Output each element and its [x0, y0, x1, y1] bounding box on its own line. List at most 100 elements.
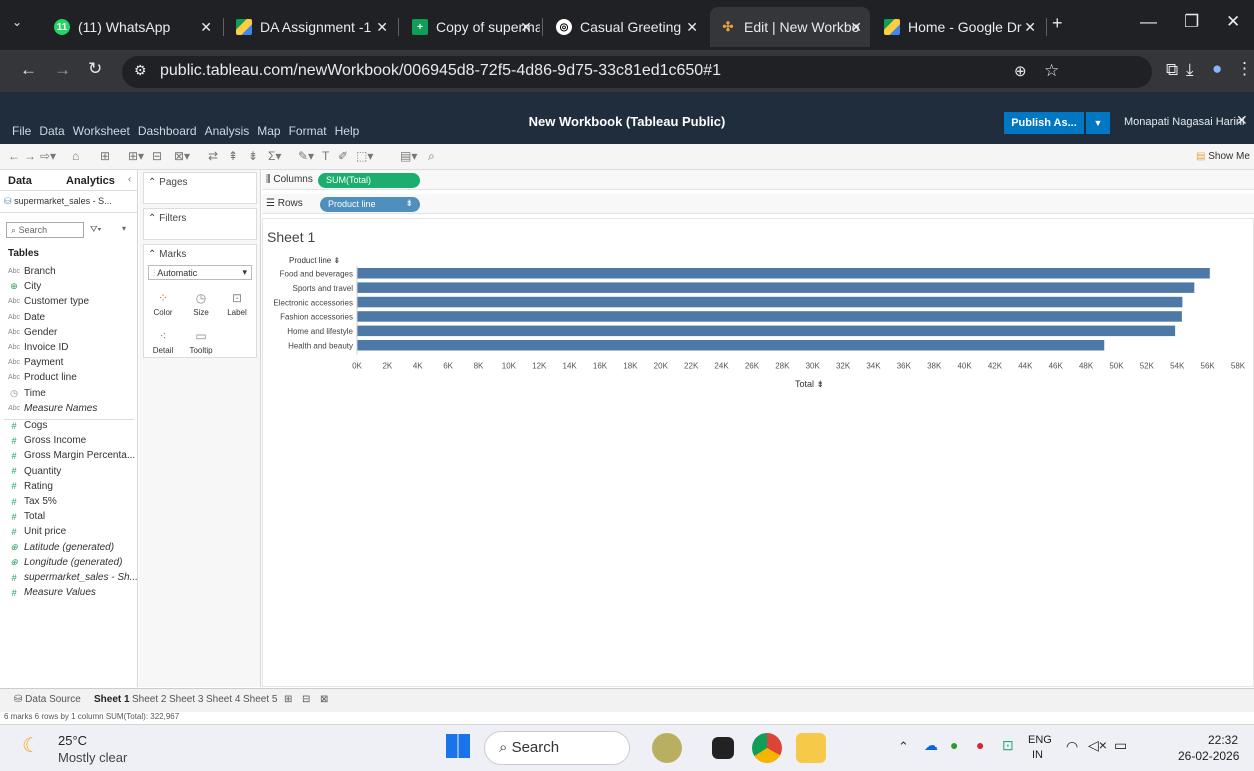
publish-dropdown-icon[interactable]: ▼: [1086, 112, 1110, 134]
annotate-icon[interactable]: ✐: [338, 149, 348, 163]
tab-analytics[interactable]: Analytics: [66, 175, 115, 187]
clock-time[interactable]: 22:32: [1208, 733, 1238, 747]
close-tab-icon[interactable]: ✕: [376, 19, 388, 36]
volume-icon[interactable]: ◁×: [1088, 737, 1107, 754]
size-button[interactable]: ◷ Size: [184, 287, 218, 323]
field-item[interactable]: # Quantity: [6, 466, 61, 477]
security-tray-icon[interactable]: ●: [976, 737, 984, 753]
field-item[interactable]: # Tax 5%: [6, 496, 56, 507]
field-item[interactable]: Abc Payment: [6, 357, 64, 368]
new-dashboard-icon[interactable]: ⊟: [302, 694, 310, 705]
search-field[interactable]: ⌕ Search: [6, 222, 84, 238]
onedrive-icon[interactable]: ☁: [924, 737, 938, 754]
battery-icon[interactable]: ▭: [1114, 737, 1127, 754]
field-item[interactable]: # Unit price: [6, 526, 66, 537]
undo-icon[interactable]: ←: [8, 149, 20, 163]
category-label[interactable]: Food and beverages: [280, 270, 353, 279]
fit-icon[interactable]: ⬚▾: [356, 149, 373, 163]
tab-data[interactable]: Data: [8, 175, 32, 187]
pages-card[interactable]: ⌃ Pages: [143, 172, 257, 204]
address-bar[interactable]: ⚙ public.tableau.com/newWorkbook/006945d…: [122, 56, 1152, 88]
close-tab-icon[interactable]: ✕: [850, 19, 862, 36]
browser-tab-chatgpt[interactable]: ◎ Casual Greeting ✕: [546, 7, 706, 47]
clear-sheet-icon[interactable]: ⊠▾: [174, 149, 190, 163]
collapse-pane-icon[interactable]: ‹: [128, 174, 131, 185]
close-window-icon[interactable]: ✕: [1226, 12, 1240, 32]
chrome-icon[interactable]: [752, 733, 782, 763]
app-tray-icon[interactable]: ●: [950, 737, 958, 753]
detail-button[interactable]: ⁖ Detail: [146, 325, 180, 361]
color-button[interactable]: ⁘ Color: [146, 287, 180, 323]
tab-sheet-1[interactable]: Sheet 1: [94, 694, 130, 705]
field-item[interactable]: Abc Measure Names: [6, 403, 97, 414]
save-icon[interactable]: ⌂: [72, 149, 79, 163]
new-sheet-icon[interactable]: ⊞: [284, 694, 292, 705]
forward-icon[interactable]: →: [54, 60, 71, 80]
bar[interactable]: [357, 296, 1183, 308]
copilot-icon[interactable]: [652, 733, 682, 763]
field-item[interactable]: ⊕ City: [6, 281, 41, 292]
browser-tab-sheets[interactable]: + Copy of supermar ✕: [402, 7, 540, 47]
x-axis-title[interactable]: Total ⇟: [795, 379, 824, 390]
field-item[interactable]: # Gross Income: [6, 435, 86, 446]
category-label[interactable]: Sports and travel: [293, 284, 354, 293]
tab-sheet-3[interactable]: Sheet 3: [169, 694, 203, 705]
close-tab-icon[interactable]: ✕: [200, 19, 212, 36]
clock-date[interactable]: 26-02-2026: [1178, 749, 1239, 763]
field-item[interactable]: Abc Customer type: [6, 296, 89, 307]
bar[interactable]: [357, 311, 1182, 322]
lang-top[interactable]: ENG: [1028, 734, 1052, 746]
tooltip-toggle-icon[interactable]: ⌕: [428, 149, 435, 164]
swap-icon[interactable]: ⇄: [208, 149, 218, 163]
new-datasource-icon[interactable]: ⊞: [100, 149, 110, 163]
field-item[interactable]: Abc Invoice ID: [6, 342, 69, 353]
mark-type-select[interactable]: ⫶ Automatic ▾: [148, 265, 252, 280]
taskbar-search[interactable]: ⌕ Search: [484, 731, 630, 765]
publish-button[interactable]: Publish As...: [1004, 112, 1084, 134]
highlight-icon[interactable]: ✎▾: [298, 149, 314, 163]
duplicate-sheet-icon[interactable]: ⊟: [152, 149, 162, 163]
columns-pill[interactable]: SUM(Total): [318, 173, 420, 188]
field-item[interactable]: ◷ Time: [6, 388, 46, 399]
redo-icon[interactable]: →: [24, 149, 36, 163]
filter-fields-icon[interactable]: ⛛▾: [90, 224, 101, 235]
close-tab-icon[interactable]: ✕: [686, 19, 698, 36]
weather-icon[interactable]: ☾: [22, 733, 40, 758]
browser-tab-tableau[interactable]: ✣ Edit | New Workbo ✕: [710, 7, 870, 47]
user-name[interactable]: Monapati Nagasai Harini: [1124, 116, 1244, 128]
view-options-icon[interactable]: ▾: [122, 224, 126, 233]
field-item[interactable]: Abc Branch: [6, 266, 56, 277]
field-item[interactable]: # Total: [6, 511, 45, 522]
replay-icon[interactable]: ⇨▾: [40, 149, 56, 163]
wifi-icon[interactable]: ◠: [1066, 738, 1078, 755]
bar[interactable]: [357, 282, 1195, 293]
browser-tab-whatsapp[interactable]: 11 (11) WhatsApp ✕: [44, 7, 220, 47]
weather-temp[interactable]: 25°C: [58, 733, 87, 748]
tab-sheet-5[interactable]: Sheet 5: [243, 694, 277, 705]
start-icon[interactable]: [446, 734, 470, 758]
download-icon[interactable]: ⤓: [1186, 60, 1194, 80]
back-icon[interactable]: ←: [20, 60, 37, 80]
weather-desc[interactable]: Mostly clear: [58, 750, 127, 765]
field-item[interactable]: # supermarket_sales - Sh...: [6, 572, 137, 583]
filters-card[interactable]: ⌃ Filters: [143, 208, 257, 240]
profile-avatar[interactable]: ●: [1212, 59, 1222, 79]
category-label[interactable]: Home and lifestyle: [287, 327, 353, 336]
tab-sheet-2[interactable]: Sheet 2: [132, 694, 166, 705]
minimize-icon[interactable]: —: [1140, 12, 1157, 32]
browser-menu-icon[interactable]: ⋮: [1236, 59, 1253, 79]
rows-shelf[interactable]: ☰ Rows Product line ⇟: [262, 194, 1254, 214]
tab-data-source[interactable]: ⛁ Data Source: [14, 694, 81, 705]
tab-sheet-4[interactable]: Sheet 4: [206, 694, 240, 705]
rows-pill[interactable]: Product line ⇟: [320, 197, 420, 212]
field-item[interactable]: # Cogs: [6, 420, 47, 431]
site-settings-icon[interactable]: ⚙: [134, 62, 147, 79]
tab-search-chevron-icon[interactable]: ⌄: [12, 15, 22, 29]
bar[interactable]: [357, 340, 1105, 351]
browser-tab-drive[interactable]: Home - Google Dr ✕: [874, 7, 1044, 47]
labels-icon[interactable]: T: [322, 149, 329, 163]
zoom-icon[interactable]: ⊕: [1014, 62, 1027, 80]
field-item[interactable]: # Rating: [6, 481, 52, 492]
lang-bottom[interactable]: IN: [1032, 749, 1043, 761]
sort-asc-icon[interactable]: ⇞: [228, 149, 238, 163]
